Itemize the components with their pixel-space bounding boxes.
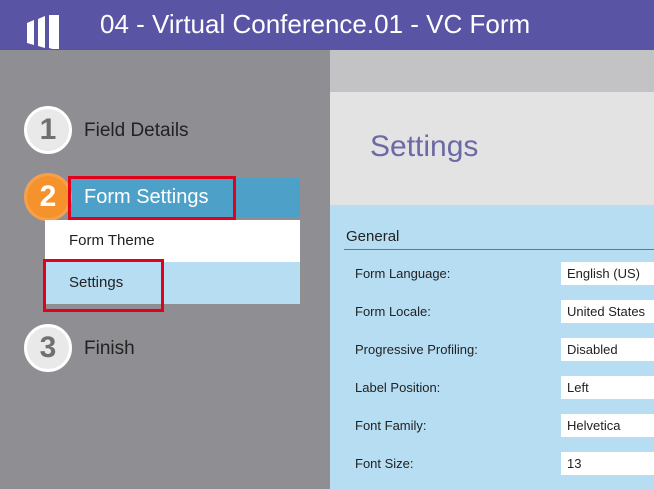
page-title: 04 - Virtual Conference.01 - VC Form xyxy=(100,9,531,39)
progressive-profiling-label: Progressive Profiling: xyxy=(355,342,478,357)
app-header: 04 - Virtual Conference.01 - VC Form xyxy=(0,0,654,60)
step-1-badge: 1 xyxy=(24,106,72,154)
settings-panel: General Form Language: English (US) Form… xyxy=(330,205,654,489)
step-3-badge: 3 xyxy=(24,324,72,372)
step-2-badge: 2 xyxy=(24,173,72,221)
subnav-form-theme-label: Form Theme xyxy=(69,232,155,249)
highlight-box-form-settings xyxy=(68,176,236,220)
main-content: Settings General Form Language: English … xyxy=(330,50,654,489)
section-general-label: General xyxy=(346,228,400,245)
font-size-input[interactable]: 13 xyxy=(561,452,654,475)
step-field-details[interactable]: Field Details xyxy=(84,120,189,142)
step-finish[interactable]: Finish xyxy=(84,338,135,360)
settings-title: Settings xyxy=(370,130,479,163)
form-language-select[interactable]: English (US) xyxy=(561,262,654,285)
highlight-box-settings xyxy=(43,259,164,312)
section-divider xyxy=(344,249,654,250)
main-toolbar-strip xyxy=(330,50,654,92)
form-locale-label: Form Locale: xyxy=(355,304,431,319)
subnav-form-theme[interactable]: Form Theme xyxy=(45,220,300,262)
progressive-profiling-select[interactable]: Disabled xyxy=(561,338,654,361)
form-language-label: Form Language: xyxy=(355,266,451,281)
form-locale-select[interactable]: United States xyxy=(561,300,654,323)
font-size-label: Font Size: xyxy=(355,456,414,471)
label-position-label: Label Position: xyxy=(355,380,441,395)
label-position-select[interactable]: Left xyxy=(561,376,654,399)
font-family-select[interactable]: Helvetica xyxy=(561,414,654,437)
settings-header: Settings xyxy=(330,92,654,205)
font-family-label: Font Family: xyxy=(355,418,427,433)
